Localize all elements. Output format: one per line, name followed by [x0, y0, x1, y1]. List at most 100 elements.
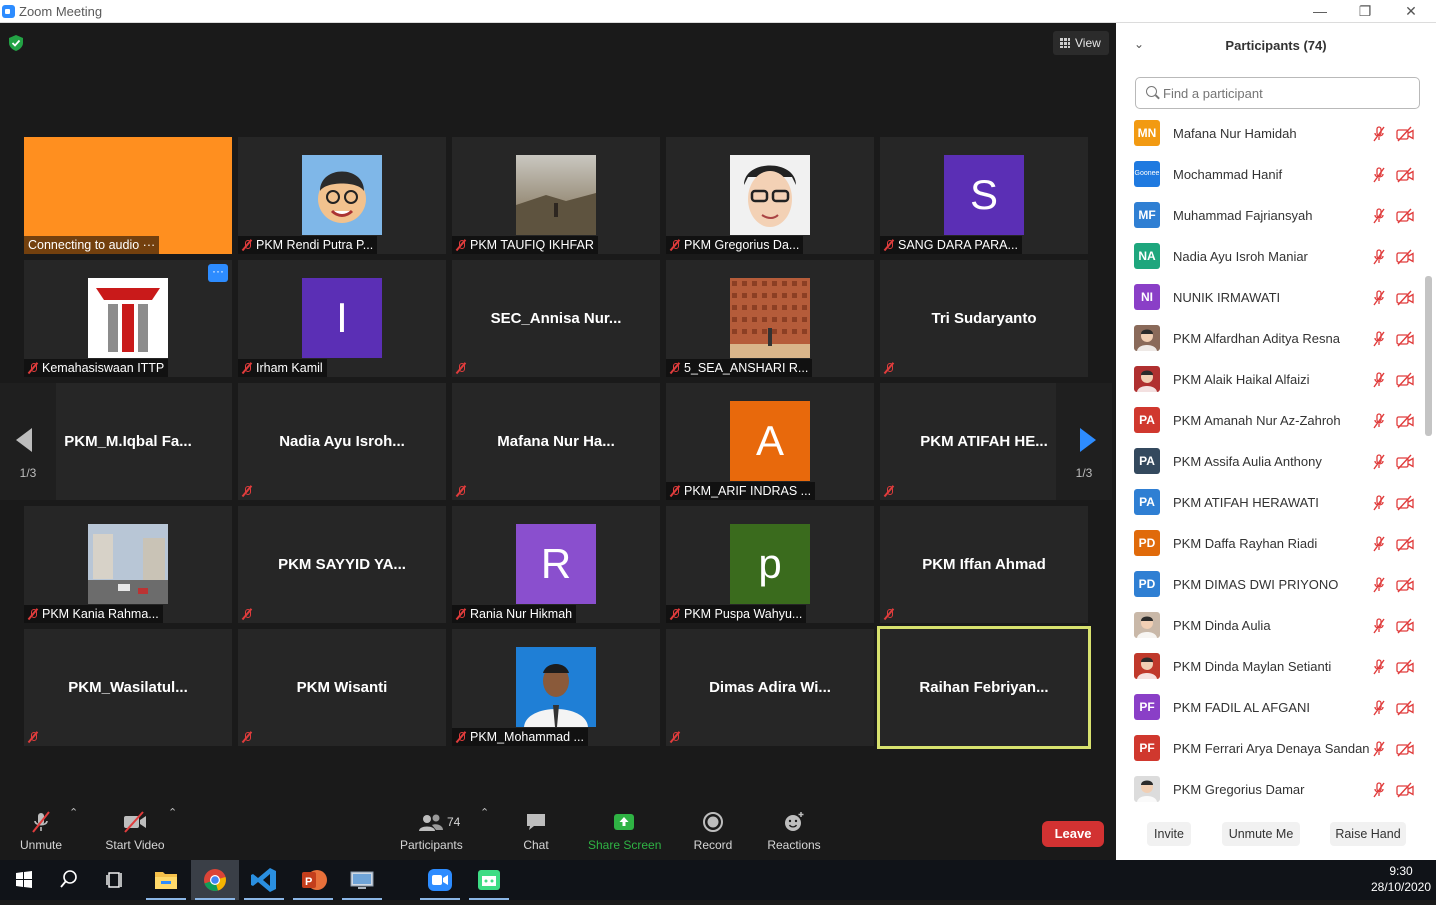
powerpoint-taskbar-button[interactable]: P — [289, 860, 337, 900]
video-tile[interactable]: PKM Kania Rahma... — [24, 506, 232, 623]
video-tile[interactable]: p PKM Puspa Wahyu... — [666, 506, 874, 623]
avatar-image — [730, 278, 810, 358]
android-studio-taskbar-button[interactable] — [465, 860, 513, 900]
participant-row[interactable]: NI NUNIK IRMAWATI — [1116, 277, 1426, 318]
video-tile[interactable]: Dimas Adira Wi... — [666, 629, 874, 746]
next-page-button[interactable]: 1/3 — [1056, 383, 1112, 500]
video-tile[interactable]: S SANG DARA PARA... — [880, 137, 1088, 254]
participant-row[interactable]: PKM Alaik Haikal Alfaizi — [1116, 359, 1426, 400]
video-tile[interactable]: PKM Iffan Ahmad — [880, 506, 1088, 623]
vscode-taskbar-button[interactable] — [240, 860, 288, 900]
video-tile[interactable]: Connecting to audio ··· — [24, 137, 232, 254]
video-tile[interactable]: PKM Wisanti — [238, 629, 446, 746]
participant-name-label — [880, 605, 898, 623]
restore-button[interactable]: ❐ — [1342, 0, 1388, 22]
audio-options-caret[interactable]: ⌃ — [69, 806, 78, 819]
taskbar-clock[interactable]: 9:30 28/10/2020 — [1368, 863, 1434, 895]
microphone-muted-icon — [456, 731, 466, 743]
video-tile[interactable]: SEC_Annisa Nur... — [452, 260, 660, 377]
window-title: Zoom Meeting — [19, 4, 103, 19]
participant-name-label — [880, 482, 898, 500]
unmute-button[interactable]: Unmute — [18, 810, 64, 852]
video-tile[interactable]: PKM TAUFIQ IKHFAR — [452, 137, 660, 254]
participants-options-caret[interactable]: ⌃ — [480, 806, 489, 819]
video-tile[interactable]: 5_SEA_ANSHARI R... — [666, 260, 874, 377]
reactions-button[interactable]: Reactions — [766, 810, 822, 852]
participant-row[interactable]: PA PKM ATIFAH HERAWATI — [1116, 482, 1426, 523]
video-tile[interactable]: A PKM_ARIF INDRAS ... — [666, 383, 874, 500]
remote-desktop-taskbar-button[interactable] — [338, 860, 386, 900]
participant-row[interactable]: PKM Gregorius Damar — [1116, 769, 1426, 810]
chat-button[interactable]: Chat — [516, 810, 556, 852]
file-explorer-taskbar-button[interactable] — [142, 860, 190, 900]
video-off-icon — [1396, 372, 1414, 388]
avatar-letter: I — [302, 278, 382, 358]
participant-row[interactable]: PKM Dinda Aulia — [1116, 605, 1426, 646]
video-tile[interactable]: PKM_Wasilatul... — [24, 629, 232, 746]
video-tile[interactable]: Raihan Febriyan... — [877, 626, 1091, 749]
zoom-taskbar-button[interactable] — [416, 860, 464, 900]
start-video-button[interactable]: Start Video — [104, 810, 166, 852]
microphone-muted-icon — [1373, 495, 1385, 511]
participant-search-input[interactable] — [1135, 77, 1420, 109]
view-label: View — [1075, 36, 1101, 50]
participant-row[interactable]: PKM Dinda Maylan Setianti — [1116, 646, 1426, 687]
share-screen-button[interactable]: Share Screen — [588, 810, 661, 852]
participant-row[interactable]: NA Nadia Ayu Isroh Maniar — [1116, 236, 1426, 277]
video-off-icon — [1396, 208, 1414, 224]
video-tile[interactable]: Mafana Nur Ha... — [452, 383, 660, 500]
participant-row[interactable]: Goonee Mochammad Hanif — [1116, 154, 1426, 195]
search-taskbar-icon[interactable] — [44, 860, 92, 900]
encryption-shield-icon[interactable] — [9, 35, 23, 51]
microphone-muted-icon — [884, 362, 894, 374]
video-tile[interactable]: PKM Rendi Putra P... — [238, 137, 446, 254]
windows-start-icon[interactable] — [0, 860, 48, 900]
video-tile[interactable]: I Irham Kamil — [238, 260, 446, 377]
task-view-icon[interactable] — [92, 860, 140, 900]
participant-avatar: PD — [1134, 571, 1160, 597]
participant-name-label: PKM_Mohammad ... — [452, 728, 588, 746]
microphone-muted-icon — [670, 485, 680, 497]
participant-row[interactable]: PF PKM FADIL AL AFGANI — [1116, 687, 1426, 728]
more-options-button[interactable]: ··· — [208, 264, 228, 282]
microphone-muted-icon — [1373, 536, 1385, 552]
video-tile[interactable]: Nadia Ayu Isroh... — [238, 383, 446, 500]
video-tile[interactable]: R Rania Nur Hikmah — [452, 506, 660, 623]
participant-row[interactable]: MN Mafana Nur Hamidah — [1116, 113, 1426, 154]
participant-row[interactable]: MF Muhammad Fajriansyah — [1116, 195, 1426, 236]
avatar-letter: p — [730, 524, 810, 604]
participant-name: Kemahasiswaan ITTP — [42, 361, 165, 375]
participant-list-scrollbar[interactable] — [1425, 276, 1432, 436]
video-tile[interactable]: PKM SAYYID YA... — [238, 506, 446, 623]
chrome-taskbar-button[interactable] — [191, 860, 239, 900]
participant-row[interactable]: PD PKM Daffa Rayhan Riadi — [1116, 523, 1426, 564]
android-studio-icon — [478, 870, 500, 890]
participant-row[interactable]: PKM Alfardhan Aditya Resna — [1116, 318, 1426, 359]
view-button[interactable]: View — [1053, 31, 1109, 55]
video-tile[interactable]: PKM_Mohammad ... — [452, 629, 660, 746]
leave-button[interactable]: Leave — [1042, 821, 1104, 847]
microphone-muted-icon — [456, 239, 466, 251]
minimize-button[interactable]: — — [1297, 0, 1343, 22]
participant-row[interactable]: PD PKM DIMAS DWI PRIYONO — [1116, 564, 1426, 605]
participant-name: PKM ATIFAH HERAWATI — [1173, 495, 1319, 510]
invite-button[interactable]: Invite — [1147, 822, 1191, 846]
video-off-icon — [1396, 126, 1414, 142]
raise-hand-button[interactable]: Raise Hand — [1330, 822, 1406, 846]
participant-avatar: NI — [1134, 284, 1160, 310]
video-tile[interactable]: PKM Gregorius Da... — [666, 137, 874, 254]
record-button[interactable]: Record — [692, 810, 734, 852]
participant-name-label — [452, 359, 470, 377]
video-options-caret[interactable]: ⌃ — [168, 806, 177, 819]
video-tile[interactable]: Tri Sudaryanto — [880, 260, 1088, 377]
participant-row[interactable]: PA PKM Assifa Aulia Anthony — [1116, 441, 1426, 482]
microphone-muted-icon — [32, 811, 50, 833]
participant-row[interactable]: PF PKM Ferrari Arya Denaya Sandan — [1116, 728, 1426, 769]
previous-page-button[interactable]: 1/3 — [0, 383, 56, 500]
page-indicator-left: 1/3 — [19, 466, 37, 480]
video-tile[interactable]: Kemahasiswaan ITTP ··· — [24, 260, 232, 377]
gallery-grid: Connecting to audio ··· PKM Rendi Putra P… — [24, 137, 1091, 749]
close-button[interactable]: ✕ — [1388, 0, 1434, 22]
participant-row[interactable]: PA PKM Amanah Nur Az-Zahroh — [1116, 400, 1426, 441]
unmute-me-button[interactable]: Unmute Me — [1222, 822, 1300, 846]
